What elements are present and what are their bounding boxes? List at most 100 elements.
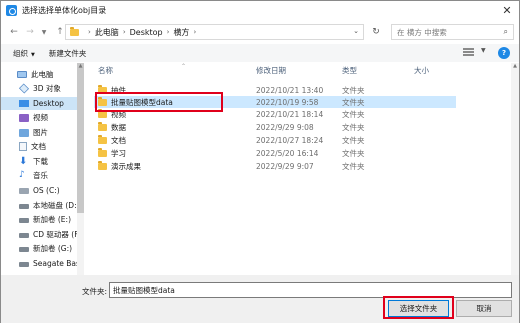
address-bar[interactable]: › 此电脑 › Desktop › 横方 › ⌄ xyxy=(65,24,364,40)
chevron-up-icon[interactable]: ▲ xyxy=(77,63,84,70)
download-icon: ⬇ xyxy=(19,155,28,167)
file-name: 文档 xyxy=(111,135,126,145)
sidebar-item-label: 3D 对象 xyxy=(33,84,61,93)
sidebar-item-label: 本地磁盘 (D:) xyxy=(33,201,80,210)
folder-field-label: 文件夹: xyxy=(82,287,108,296)
file-type: 文件夹 xyxy=(342,109,365,119)
sidebar-item-label: CD 驱动器 (F xyxy=(33,230,79,239)
chevron-right-icon[interactable]: › xyxy=(167,28,170,36)
sidebar-item-drive-g[interactable]: 新加卷 (G:) xyxy=(1,242,79,255)
title-bar: 选择选择单体化obj目录 ✕ xyxy=(1,1,519,20)
new-folder-button[interactable]: 新建文件夹 xyxy=(49,48,87,59)
chevron-up-icon[interactable]: ▲ xyxy=(511,63,519,71)
forward-arrow-icon[interactable]: → xyxy=(23,24,37,40)
sidebar-item-pictures[interactable]: 图片 xyxy=(1,126,79,139)
file-name: 抽件 xyxy=(111,85,126,95)
chevron-right-icon[interactable]: › xyxy=(88,28,91,36)
column-header-name[interactable]: 名称 ⌃ xyxy=(98,63,186,76)
chevron-down-icon[interactable]: ▼ xyxy=(481,47,486,54)
sidebar-item-drive-d[interactable]: 本地磁盘 (D:) xyxy=(1,199,80,212)
file-type: 文件夹 xyxy=(342,85,365,95)
sidebar-item-label: 新加卷 (E:) xyxy=(33,215,72,224)
navigation-pane: 此电脑 3D 对象 Desktop 视频 图片 文档 ⬇ 下载 ♪ 音乐 OS … xyxy=(1,63,85,275)
file-type: 文件夹 xyxy=(342,135,365,145)
sidebar-item-label: 文档 xyxy=(31,142,46,151)
sidebar-item-drive-e[interactable]: 新加卷 (E:) xyxy=(1,213,79,226)
sidebar-item-downloads[interactable]: ⬇ 下载 xyxy=(1,155,79,168)
organize-label: 组织 xyxy=(13,48,28,58)
file-list: 名称 ⌃ 修改日期 类型 大小 抽件 2022/10/21 13:40 文件夹 … xyxy=(86,63,511,275)
file-row[interactable]: 演示成果 2022/9/29 9:07 文件夹 xyxy=(94,160,456,172)
file-date: 2022/9/29 9:08 xyxy=(256,122,314,132)
sidebar-item-music[interactable]: ♪ 音乐 xyxy=(1,169,79,182)
file-row[interactable]: 抽件 2022/10/21 13:40 文件夹 xyxy=(94,84,456,96)
column-header-date[interactable]: 修改日期 xyxy=(256,65,286,76)
file-row[interactable]: 视频 2022/10/21 18:14 文件夹 xyxy=(94,108,456,120)
file-row[interactable]: 数据 2022/9/29 9:08 文件夹 xyxy=(94,121,456,133)
sidebar-item-label: 此电脑 xyxy=(31,70,54,79)
refresh-icon[interactable]: ↻ xyxy=(369,24,383,40)
file-row[interactable]: 文档 2022/10/27 18:24 文件夹 xyxy=(94,134,456,146)
chevron-right-icon[interactable]: › xyxy=(123,28,126,36)
view-options-icon[interactable] xyxy=(463,48,475,58)
file-name: 数据 xyxy=(111,122,126,132)
sidebar-item-label: OS (C:) xyxy=(33,186,60,195)
pictures-icon xyxy=(19,128,29,137)
folder-icon xyxy=(98,122,107,131)
app-icon xyxy=(6,5,17,16)
file-date: 2022/10/21 13:40 xyxy=(256,85,324,95)
organize-menu-button[interactable]: 组织 ▼ xyxy=(13,48,35,59)
file-type: 文件夹 xyxy=(342,122,365,132)
file-row[interactable]: 学习 2022/5/20 16:14 文件夹 xyxy=(94,147,456,159)
chevron-down-icon[interactable]: ⌄ xyxy=(353,27,359,35)
cancel-button[interactable]: 取消 xyxy=(456,300,512,317)
sidebar-item-label: 视频 xyxy=(33,113,48,122)
back-arrow-icon[interactable]: ← xyxy=(7,24,21,40)
file-type: 文件夹 xyxy=(342,97,365,107)
sidebar-item-label: 下载 xyxy=(33,157,48,166)
sidebar-item-this-pc[interactable]: 此电脑 xyxy=(1,68,79,81)
folder-icon xyxy=(98,135,107,144)
file-date: 2022/10/21 18:14 xyxy=(256,109,324,119)
sidebar-item-label: Seagate Bas xyxy=(33,259,80,268)
breadcrumb-this-pc[interactable]: 此电脑 xyxy=(95,27,119,38)
file-row-selected[interactable]: 批量贴图模型data 2022/10/19 9:58 文件夹 xyxy=(94,96,456,108)
file-date: 2022/10/27 18:24 xyxy=(256,135,324,145)
column-header-label: 名称 xyxy=(98,66,113,75)
sidebar-scroll-thumb[interactable] xyxy=(77,63,84,213)
folder-name-field[interactable] xyxy=(109,282,512,298)
desktop-icon xyxy=(19,100,29,107)
sidebar-item-label: 新加卷 (G:) xyxy=(33,244,73,253)
file-name: 视频 xyxy=(111,109,126,119)
cd-drive-icon xyxy=(19,233,29,238)
file-dialog: 选择选择单体化obj目录 ✕ ← → ▼ ↑ › 此电脑 › Desktop ›… xyxy=(0,0,520,323)
column-header-type[interactable]: 类型 xyxy=(342,65,357,76)
search-placeholder: 在 横方 中搜索 xyxy=(397,27,447,37)
file-date: 2022/5/20 16:14 xyxy=(256,148,319,158)
file-list-scrollbar[interactable]: ▲ xyxy=(511,63,519,275)
chevron-right-icon[interactable]: › xyxy=(193,28,196,36)
select-folder-button[interactable]: 选择文件夹 xyxy=(388,300,449,317)
sidebar-item-cd-drive[interactable]: CD 驱动器 (F xyxy=(1,228,79,241)
sort-chevron-icon: ⌃ xyxy=(181,63,187,70)
folder-icon xyxy=(70,26,79,36)
breadcrumb-current-folder[interactable]: 横方 xyxy=(173,27,189,38)
search-input[interactable]: 在 横方 中搜索 ⌕ xyxy=(391,24,514,40)
help-icon[interactable]: ? xyxy=(498,47,510,59)
sidebar-item-os-c[interactable]: OS (C:) xyxy=(1,184,79,197)
sidebar-item-documents[interactable]: 文档 xyxy=(1,140,79,153)
toolbar: 组织 ▼ 新建文件夹 ▼ ? xyxy=(1,44,519,62)
3d-objects-icon xyxy=(18,83,30,94)
pc-icon xyxy=(17,71,27,78)
drive-icon xyxy=(19,218,29,223)
sidebar-item-3d-objects[interactable]: 3D 对象 xyxy=(1,82,79,95)
close-button[interactable]: ✕ xyxy=(499,3,515,18)
sidebar-item-videos[interactable]: 视频 xyxy=(1,111,79,124)
breadcrumb-desktop[interactable]: Desktop xyxy=(130,28,163,37)
dialog-footer: 文件夹: 选择文件夹 取消 xyxy=(1,275,519,323)
recent-locations-chevron-icon[interactable]: ▼ xyxy=(37,24,51,40)
column-header-size[interactable]: 大小 xyxy=(414,65,429,76)
sidebar-item-desktop[interactable]: Desktop xyxy=(1,97,79,110)
video-icon xyxy=(19,113,29,122)
sidebar-item-seagate[interactable]: Seagate Bas xyxy=(1,257,80,270)
